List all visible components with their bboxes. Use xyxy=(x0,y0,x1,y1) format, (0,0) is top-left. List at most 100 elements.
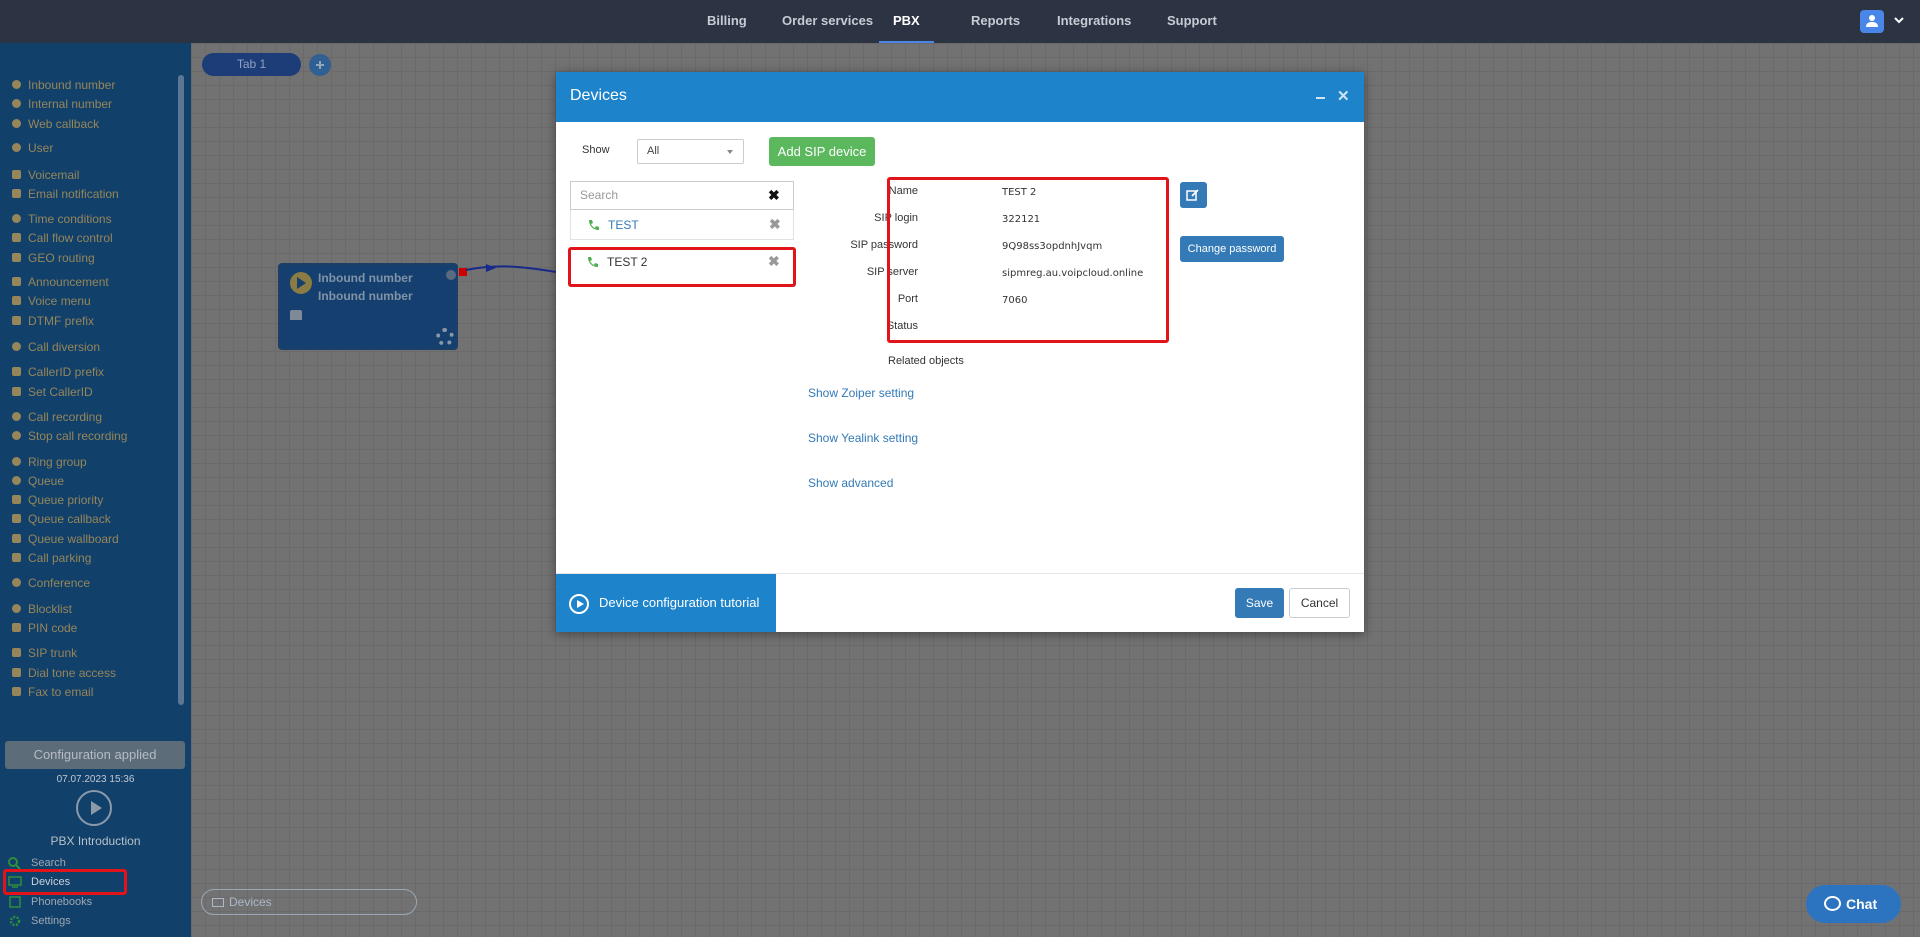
clock-icon xyxy=(10,213,22,225)
sidebar-bottom-phonebooks[interactable]: Phonebooks xyxy=(8,894,92,910)
nav-order-services[interactable]: Order services xyxy=(782,0,873,43)
phone-icon xyxy=(290,310,302,320)
envelope-icon xyxy=(10,169,22,181)
add-tab-icon[interactable] xyxy=(309,54,331,76)
book-icon xyxy=(9,896,21,908)
tab-1[interactable]: Tab 1 xyxy=(202,53,301,76)
add-sip-device-button[interactable]: Add SIP device xyxy=(769,137,875,166)
user-icon xyxy=(1866,15,1878,27)
sidebar-item-email-notification[interactable]: Email notification xyxy=(10,186,119,201)
sidebar-item-queue-wallboard[interactable]: Queue wallboard xyxy=(10,531,119,546)
sidebar-item-web-callback[interactable]: Web callback xyxy=(10,116,99,131)
sidebar-item-call-recording[interactable]: Call recording xyxy=(10,409,102,424)
nav-billing[interactable]: Billing xyxy=(707,0,747,43)
sidebar-item-stop-call-recording[interactable]: Stop call recording xyxy=(10,428,127,443)
device-search-input[interactable]: Search xyxy=(570,181,794,210)
close-icon[interactable]: ✕ xyxy=(1337,87,1350,105)
remove-device-icon[interactable]: ✖ xyxy=(769,216,781,233)
sidebar-item-call-parking[interactable]: Call parking xyxy=(10,550,91,565)
microphone-icon xyxy=(10,411,22,423)
sidebar-item-callerid-prefix[interactable]: CallerID prefix xyxy=(10,364,104,379)
sidebar-item-call-flow-control[interactable]: Call flow control xyxy=(10,230,113,245)
node-close-icon[interactable] xyxy=(446,270,456,280)
arrow-circle-icon xyxy=(10,79,22,91)
caret-down-icon xyxy=(727,150,733,154)
device-list-item[interactable]: TEST ✖ xyxy=(570,210,794,240)
sidebar-item-ring-group[interactable]: Ring group xyxy=(10,454,87,469)
modal-title: Devices xyxy=(570,87,627,104)
microphone-slash-icon xyxy=(10,430,22,442)
edit-device-button[interactable] xyxy=(1180,182,1207,208)
main-nav: Billing Order services PBX Reports Integ… xyxy=(0,0,1920,43)
sidebar-item-dtmf-prefix[interactable]: DTMF prefix xyxy=(10,313,94,328)
chat-bubble-icon xyxy=(1824,896,1841,911)
lock-icon xyxy=(10,667,22,679)
comments-icon xyxy=(10,577,22,589)
key-icon xyxy=(10,622,22,634)
gear-icon xyxy=(9,915,21,927)
nav-pbx[interactable]: PBX xyxy=(879,0,934,43)
show-advanced-link[interactable]: Show advanced xyxy=(808,476,893,490)
node-title-line2: Inbound number xyxy=(318,289,413,303)
ban-icon xyxy=(10,603,22,615)
sidebar-item-inbound-number[interactable]: Inbound number xyxy=(10,77,115,92)
chat-button[interactable]: Chat xyxy=(1806,885,1901,923)
sidebar-scrollbar[interactable] xyxy=(178,75,184,705)
sidebar-item-time-conditions[interactable]: Time conditions xyxy=(10,211,112,226)
connection-wire xyxy=(466,264,557,273)
megaphone-icon xyxy=(10,276,22,288)
sidebar-item-blocklist[interactable]: Blocklist xyxy=(10,601,72,616)
table-icon xyxy=(10,533,22,545)
sidebar-item-queue[interactable]: Queue xyxy=(10,473,64,488)
sidebar-item-announcement[interactable]: Announcement xyxy=(10,274,109,289)
grid-icon xyxy=(10,295,22,307)
sidebar-bottom-settings[interactable]: Settings xyxy=(8,913,71,929)
sidebar-item-geo-routing[interactable]: GEO routing xyxy=(10,250,95,265)
minimize-icon[interactable] xyxy=(1316,97,1325,99)
edit-icon xyxy=(1186,189,1199,201)
monitor-icon xyxy=(212,898,224,907)
gear-icon[interactable] xyxy=(436,328,454,346)
sidebar-item-user[interactable]: User xyxy=(10,140,53,155)
pbx-introduction-label[interactable]: PBX Introduction xyxy=(0,834,191,848)
list-icon xyxy=(10,366,22,378)
sidebar-item-dial-tone-access[interactable]: Dial tone access xyxy=(10,665,116,680)
sidebar-item-voicemail[interactable]: Voicemail xyxy=(10,167,79,182)
sidebar-item-call-diversion[interactable]: Call diversion xyxy=(10,339,100,354)
sidebar-item-voice-menu[interactable]: Voice menu xyxy=(10,293,91,308)
code-icon xyxy=(10,315,22,327)
sidebar-item-queue-callback[interactable]: Queue callback xyxy=(10,511,111,526)
save-button[interactable]: Save xyxy=(1235,588,1284,618)
inbound-number-node[interactable]: Inbound number Inbound number xyxy=(278,263,458,350)
sidebar-item-sip-trunk[interactable]: SIP trunk xyxy=(10,645,77,660)
fax-icon xyxy=(10,686,22,698)
change-password-button[interactable]: Change password xyxy=(1180,236,1284,262)
clear-search-icon[interactable]: ✖ xyxy=(768,187,780,204)
sidebar-item-set-callerid[interactable]: Set CallerID xyxy=(10,384,93,399)
show-yealink-setting-link[interactable]: Show Yealink setting xyxy=(808,431,918,445)
show-filter-select[interactable]: All xyxy=(637,139,744,164)
play-icon[interactable] xyxy=(76,790,112,826)
list-icon xyxy=(10,386,22,398)
cancel-button[interactable]: Cancel xyxy=(1289,588,1350,618)
devices-pill[interactable]: Devices xyxy=(201,889,417,915)
sitemap-icon xyxy=(10,647,22,659)
redo-icon xyxy=(10,341,22,353)
users-icon xyxy=(10,456,22,468)
user-menu-button[interactable] xyxy=(1860,10,1884,33)
nav-support[interactable]: Support xyxy=(1167,0,1217,43)
configuration-applied-button[interactable]: Configuration applied xyxy=(5,741,185,769)
device-details-highlight xyxy=(887,177,1169,343)
nav-integrations[interactable]: Integrations xyxy=(1057,0,1131,43)
sidebar-item-fax-to-email[interactable]: Fax to email xyxy=(10,684,93,699)
sidebar-item-queue-priority[interactable]: Queue priority xyxy=(10,492,103,507)
toggle-icon xyxy=(10,232,22,244)
device-configuration-tutorial-button[interactable]: Device configuration tutorial xyxy=(556,574,776,632)
nav-reports[interactable]: Reports xyxy=(971,0,1020,43)
node-title-line1: Inbound number xyxy=(318,271,413,285)
sidebar-item-internal-number[interactable]: Internal number xyxy=(10,96,112,111)
sidebar-item-conference[interactable]: Conference xyxy=(10,575,90,590)
sidebar-item-pin-code[interactable]: PIN code xyxy=(10,620,77,635)
chevron-down-icon[interactable] xyxy=(1893,14,1905,26)
show-zoiper-setting-link[interactable]: Show Zoiper setting xyxy=(808,386,914,400)
